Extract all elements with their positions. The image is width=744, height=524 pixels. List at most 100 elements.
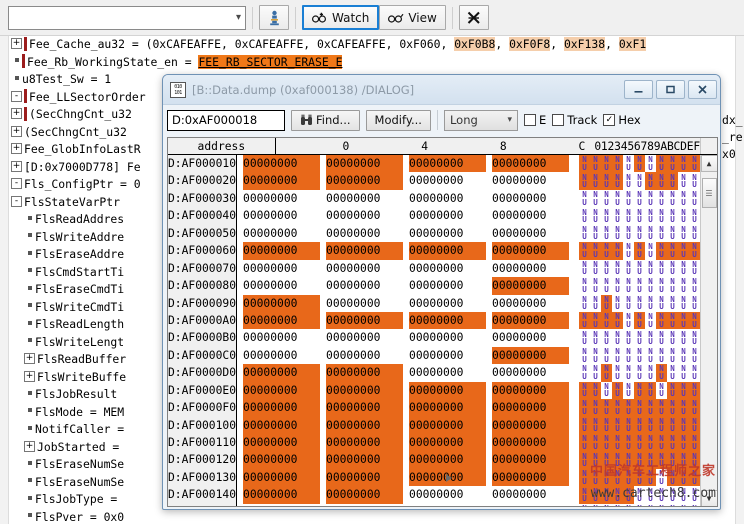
expand-icon[interactable]: + — [11, 125, 22, 137]
expand-icon[interactable]: + — [24, 440, 35, 452]
hex-word[interactable]: 00000000 — [326, 399, 404, 417]
hex-word[interactable]: 00000000 — [409, 416, 487, 434]
hex-word[interactable]: 00000000 — [243, 225, 320, 242]
hex-row[interactable]: D:AF000090 00000000 00000000 00000000 000000… — [168, 294, 700, 312]
expand-icon[interactable]: + — [11, 38, 22, 49]
hex-word[interactable]: 00000000 — [243, 364, 321, 382]
collapse-icon[interactable]: - — [11, 178, 22, 189]
hex-word[interactable]: 00000000 — [492, 486, 569, 503]
hex-row[interactable]: D:AF000050 00000000 00000000 00000000 000000… — [168, 224, 700, 243]
hex-word[interactable]: 00000000 — [243, 416, 321, 434]
hex-word[interactable]: 00000000 — [326, 190, 403, 207]
address-input[interactable]: D:0xAF000018 — [167, 109, 285, 131]
hex-vertical-scrollbar[interactable]: ▲ ☰ ▼ — [700, 155, 717, 506]
checkbox-e-box[interactable] — [523, 114, 536, 126]
hex-word[interactable]: 00000000 — [492, 451, 570, 469]
expand-icon[interactable]: + — [11, 108, 22, 119]
hex-word[interactable]: 00000000 — [409, 295, 486, 312]
hex-row[interactable]: D:AF0000E0 00000000 00000000 00000000 000000… — [168, 381, 700, 400]
close-button[interactable] — [688, 80, 717, 99]
hex-word[interactable]: 00000000 — [326, 434, 404, 452]
hex-word[interactable]: 00000000 — [492, 277, 570, 295]
hex-word[interactable]: 00000000 — [243, 468, 321, 487]
hex-row[interactable]: D:AF000150000000000000000000000000000000… — [168, 503, 700, 507]
hex-word[interactable]: 00000000 — [492, 172, 569, 189]
hex-word[interactable]: 00000000 — [409, 329, 486, 346]
hex-word[interactable]: 00000000 — [409, 381, 487, 400]
hex-row-list[interactable]: D:AF000010 00000000 00000000 00000000 000000… — [168, 155, 700, 507]
hex-word[interactable]: 00000000 — [409, 207, 486, 224]
hex-word[interactable]: 00000000 — [492, 399, 570, 417]
person-icon-button[interactable] — [259, 5, 289, 30]
hex-word[interactable]: 00000000 — [492, 260, 569, 277]
view-button[interactable]: View — [379, 5, 446, 30]
expand-icon[interactable]: + — [24, 353, 35, 364]
hex-row[interactable]: D:AF000060 00000000 00000000 00000000 000000… — [168, 242, 700, 260]
hex-word[interactable]: 00000000 — [326, 381, 404, 400]
hex-word[interactable]: 00000000 — [326, 260, 403, 277]
hex-word[interactable]: 00000000 — [492, 416, 570, 434]
hex-word[interactable]: 00000000 — [492, 311, 570, 330]
hex-word[interactable]: 00000000 — [492, 381, 570, 400]
hex-word[interactable]: 00000000 — [243, 207, 320, 224]
hex-row[interactable]: D:AF000040 00000000 00000000 00000000 000000… — [168, 207, 700, 225]
hex-word[interactable]: 00000000 — [243, 172, 321, 190]
hex-word[interactable]: 00000000 — [492, 329, 569, 346]
width-select[interactable]: Long ▾ — [443, 109, 518, 131]
hex-word[interactable]: 00000000 — [326, 486, 404, 504]
hex-row[interactable]: D:AF000010 00000000 00000000 00000000 000000… — [168, 155, 700, 173]
checkbox-e[interactable]: E — [523, 113, 546, 127]
hex-row[interactable]: D:AF000080 00000000 00000000 00000000 000000… — [168, 277, 700, 295]
chevron-up-icon[interactable]: ▲ — [700, 155, 717, 172]
clear-button[interactable] — [458, 5, 489, 30]
hex-word[interactable]: 00000000 — [243, 190, 320, 207]
watch-tree-row[interactable]: FlsPver = 0x0 — [0, 509, 744, 524]
checkbox-hex-box[interactable]: ✓ — [603, 114, 616, 126]
collapse-icon[interactable]: - — [11, 195, 22, 207]
hex-row[interactable]: D:AF0000A0 00000000 00000000 00000000 000000… — [168, 311, 700, 330]
hex-word[interactable]: 00000000 — [492, 504, 569, 507]
hex-word[interactable]: 00000000 — [326, 172, 404, 190]
expand-icon[interactable]: + — [11, 143, 22, 154]
hex-word[interactable]: 00000000 — [326, 207, 403, 224]
hex-word[interactable]: 00000000 — [409, 486, 486, 503]
hex-word[interactable]: 00000000 — [409, 434, 487, 452]
watch-tree-row[interactable]: Fee_Rb_WorkingState_en = FEE_RB_SECTOR_E… — [0, 54, 744, 72]
hex-word[interactable]: 00000000 — [243, 504, 320, 507]
hex-word[interactable]: 00000000 — [326, 364, 404, 382]
hex-word[interactable]: 00000000 — [409, 311, 487, 330]
hex-row[interactable]: D:AF0000C0 00000000 00000000 00000000 000000… — [168, 346, 700, 365]
hex-row[interactable]: D:AF000100 00000000 00000000 00000000 000000… — [168, 416, 700, 434]
hex-word[interactable]: 00000000 — [409, 190, 486, 207]
hex-word[interactable]: 00000000 — [492, 155, 570, 173]
hex-word[interactable]: 00000000 — [492, 295, 569, 312]
watch-tree-row[interactable]: + Fee_Cache_au32 = (0xCAFEAFFE, 0xCAFEAFF… — [0, 36, 744, 54]
hex-word[interactable]: 00000000 — [243, 381, 321, 400]
hex-word[interactable]: 00000000 — [326, 225, 403, 242]
hex-word[interactable]: 00000000 — [326, 155, 404, 173]
hex-word[interactable]: 00000000 — [409, 172, 486, 189]
hex-row[interactable]: D:AF000030 00000000 00000000 00000000 000000… — [168, 189, 700, 208]
hex-row[interactable]: D:AF0000F0 00000000 00000000 00000000 000000… — [168, 399, 700, 417]
dialog-title-bar[interactable]: 010 101 [B::Data.dump (0xaf000138) /DIALO… — [163, 75, 720, 105]
hex-word[interactable]: 00000000 — [492, 242, 570, 260]
hex-word[interactable]: 00000000 — [243, 260, 320, 277]
hex-word[interactable]: 00000000 — [492, 434, 570, 452]
hex-word[interactable]: 00000000 — [243, 486, 321, 504]
expand-icon[interactable]: + — [24, 370, 35, 382]
hex-word[interactable]: 00000000 — [326, 242, 404, 260]
hex-row[interactable]: D:AF000130 00000000 00000000 00000000 000000… — [168, 468, 700, 487]
hex-word[interactable]: 00000000 — [243, 277, 320, 294]
hex-word[interactable]: 00000000 — [409, 451, 487, 469]
hex-word[interactable]: 00000000 — [243, 451, 321, 469]
hex-row[interactable]: D:AF0000D0 00000000 00000000 00000000 000000… — [168, 364, 700, 382]
expand-icon[interactable]: + — [11, 160, 22, 172]
hex-word[interactable]: 00000000 — [409, 155, 487, 173]
hex-word[interactable]: 00000000 — [409, 504, 486, 507]
hex-word[interactable]: 00000000 — [492, 225, 569, 242]
hex-row[interactable]: D:AF000110 00000000 00000000 00000000 000000… — [168, 434, 700, 452]
hex-word[interactable]: 00000000 — [326, 295, 403, 312]
hex-row[interactable]: D:AF000020 00000000 00000000 00000000 000000… — [168, 172, 700, 190]
checkbox-hex[interactable]: ✓ Hex — [603, 113, 641, 127]
hex-row[interactable]: D:AF000120 00000000 00000000 00000000 000000… — [168, 451, 700, 469]
